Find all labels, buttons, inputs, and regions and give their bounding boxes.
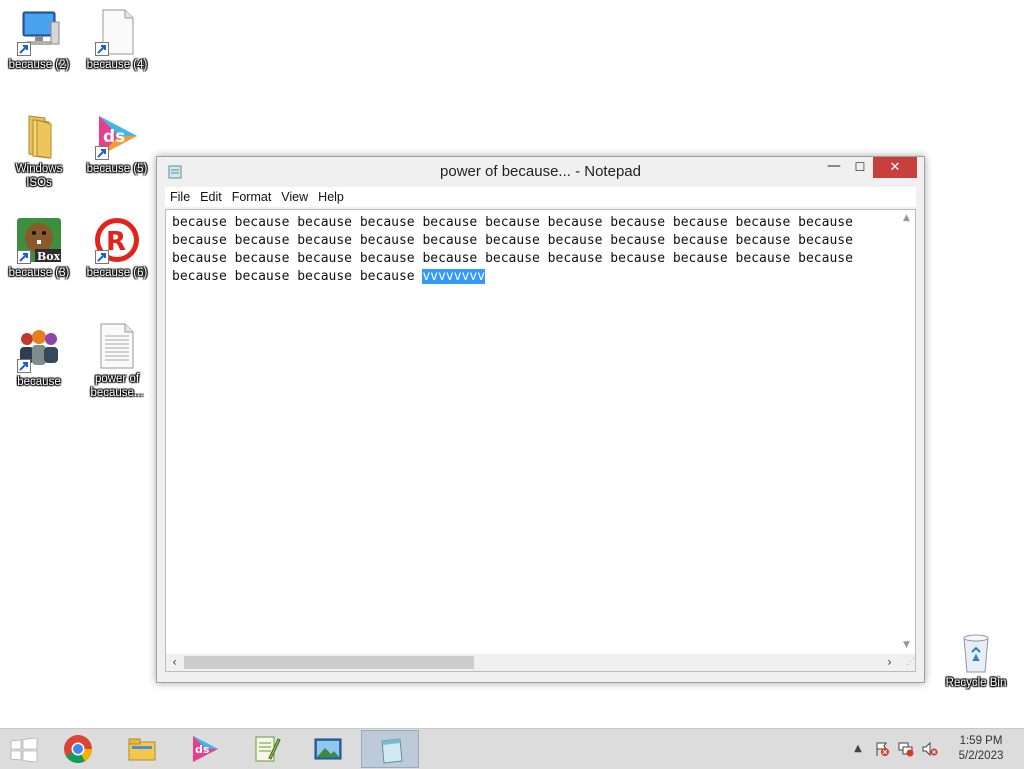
desktop-icon-because-2[interactable]: because (2) <box>3 8 75 72</box>
menu-help[interactable]: Help <box>313 187 349 207</box>
desktop-icon-windows-isos[interactable]: Windows ISOs <box>3 112 75 190</box>
scroll-up-arrow-icon[interactable]: ▲ <box>898 210 915 227</box>
folder-icon <box>15 112 63 160</box>
desktop-icon-because-5[interactable]: ds because (5) <box>81 112 153 176</box>
text-line: because because because because vvvvvvvv <box>172 268 895 286</box>
text-line: because because because because because … <box>172 233 853 248</box>
desktop-icon-label: power of because... <box>90 373 144 399</box>
windows-logo-icon <box>10 738 38 762</box>
text-line: because because because because because … <box>172 215 853 230</box>
menu-view[interactable]: View <box>276 187 313 207</box>
close-button[interactable]: ✕ <box>873 157 917 178</box>
ds-app-icon: ds <box>193 736 218 762</box>
desktop-icon-label: because (5) <box>86 163 148 175</box>
taskbar-file-explorer[interactable] <box>113 730 171 768</box>
notepad-icon <box>381 738 403 764</box>
action-center-flag-icon[interactable] <box>874 741 890 757</box>
svg-text:R: R <box>106 227 126 257</box>
selected-text[interactable]: vvvvvvvv <box>422 269 486 284</box>
computer-icon <box>15 8 63 56</box>
scroll-down-arrow-icon[interactable]: ▼ <box>898 637 915 654</box>
show-hidden-icons-icon[interactable]: ▲ <box>850 741 866 757</box>
network-icon[interactable] <box>898 741 914 757</box>
taskbar-notepad-plus-plus[interactable] <box>237 730 295 768</box>
svg-text:ds: ds <box>195 743 210 756</box>
svg-text:Box: Box <box>37 250 61 263</box>
desktop-icon-label: because (6) <box>86 267 148 279</box>
text-content[interactable]: because because because because because … <box>172 214 895 649</box>
volume-muted-icon[interactable] <box>922 741 938 757</box>
text-document-icon <box>93 322 141 370</box>
svg-text:ds: ds <box>103 127 125 147</box>
desktop-icon-label: because (2) <box>8 59 70 71</box>
notepad-plus-plus-icon <box>255 736 281 762</box>
taskbar: ds ▲ 1:59 PM 5/2/2023 <box>0 728 1024 769</box>
clock-date: 5/2/2023 <box>958 750 1004 762</box>
desktop-icon-label: because (3) <box>8 267 70 279</box>
clock-time: 1:59 PM <box>959 735 1003 747</box>
desktop-icon-label: Windows ISOs <box>15 163 63 189</box>
desktop-icon-power-of-because[interactable]: power of because... <box>81 322 153 400</box>
desktop-icon-because-4[interactable]: because (4) <box>81 8 153 72</box>
maximize-button[interactable]: ☐ <box>847 157 873 178</box>
resize-grip-icon[interactable]: ⋰ <box>898 654 915 671</box>
menu-file[interactable]: File <box>165 187 195 207</box>
minimize-button[interactable]: — <box>821 157 847 178</box>
menu-edit[interactable]: Edit <box>195 187 227 207</box>
people-icon <box>15 325 63 373</box>
desktop-icon-because[interactable]: because <box>3 325 75 389</box>
scroll-left-arrow-icon[interactable]: ‹ <box>166 654 183 671</box>
chrome-icon <box>64 735 92 763</box>
text-line: because because because because because … <box>172 251 853 266</box>
text-editor[interactable]: because because because because because … <box>165 209 916 672</box>
text-line-segment: because because because because <box>172 269 423 284</box>
horizontal-scroll-thumb[interactable] <box>184 656 474 669</box>
recycle-bin-icon <box>952 628 1000 676</box>
desktop-icon-because-3[interactable]: Box because (3) <box>3 216 75 280</box>
desktop-icon-label: because (4) <box>86 59 148 71</box>
desktop-icon-label: because <box>17 376 61 388</box>
taskbar-photo-viewer[interactable] <box>299 730 357 768</box>
desktop-icon-recycle-bin[interactable]: Recycle Bin <box>940 628 1012 690</box>
recycle-bin-label: Recycle Bin <box>945 677 1007 689</box>
photo-viewer-icon <box>314 738 342 760</box>
scroll-right-arrow-icon[interactable]: › <box>881 654 898 671</box>
menu-format[interactable]: Format <box>227 187 277 207</box>
desktop-icon-because-6[interactable]: R because (6) <box>81 216 153 280</box>
taskbar-chrome[interactable] <box>49 730 107 768</box>
beaver-box-icon: Box <box>15 216 63 264</box>
taskbar-notepad[interactable] <box>361 730 419 768</box>
roblox-icon: R <box>93 216 141 264</box>
title-bar[interactable]: power of because... - Notepad — ☐ ✕ <box>157 157 924 187</box>
window-title: power of because... - Notepad <box>440 163 641 180</box>
ds-app-icon: ds <box>93 112 141 160</box>
vertical-scrollbar[interactable]: ▲ ▼ <box>898 210 915 654</box>
start-button[interactable] <box>0 730 48 768</box>
taskbar-ds-app[interactable]: ds <box>176 730 234 768</box>
menu-bar: File Edit Format View Help <box>165 187 916 207</box>
file-explorer-icon <box>128 738 156 761</box>
system-clock[interactable]: 1:59 PM 5/2/2023 <box>950 734 1012 764</box>
notepad-window[interactable]: power of because... - Notepad — ☐ ✕ File… <box>156 156 925 683</box>
blank-document-icon <box>93 8 141 56</box>
horizontal-scrollbar[interactable]: ‹ › <box>166 654 898 671</box>
